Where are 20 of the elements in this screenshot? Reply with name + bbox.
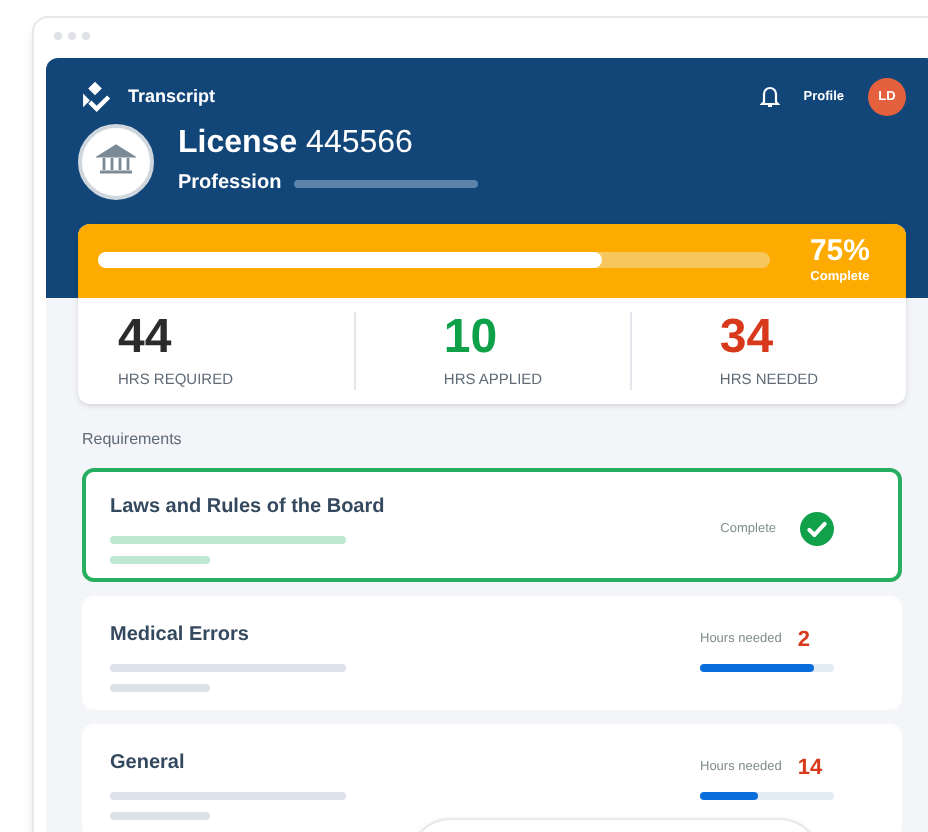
requirement-title: Medical Errors — [110, 623, 251, 648]
text-placeholder-bar — [110, 811, 210, 820]
requirement-title: Laws and Rules of the Board — [110, 495, 385, 520]
hours-needed-value: 2 — [797, 625, 810, 656]
text-placeholder-bar — [110, 683, 210, 692]
app-title: Transcript — [128, 83, 216, 110]
check-circle-icon — [800, 511, 834, 546]
stat-value: 44 — [118, 311, 172, 364]
stat-value: 10 — [443, 311, 498, 364]
requirement-title: General — [110, 751, 187, 776]
stat-value: 34 — [719, 311, 774, 364]
license-heading: License 445566 — [178, 124, 415, 165]
diamond-logo-icon — [78, 79, 112, 114]
requirements-heading: Requirements — [82, 427, 184, 452]
profession-label: Profession — [178, 170, 282, 199]
board-seal-icon — [78, 123, 154, 200]
text-placeholder-bar — [110, 555, 210, 564]
notification-bell-icon[interactable] — [759, 84, 780, 109]
percent-complete: 75% — [809, 235, 870, 268]
hours-needed-value: 14 — [797, 753, 823, 784]
